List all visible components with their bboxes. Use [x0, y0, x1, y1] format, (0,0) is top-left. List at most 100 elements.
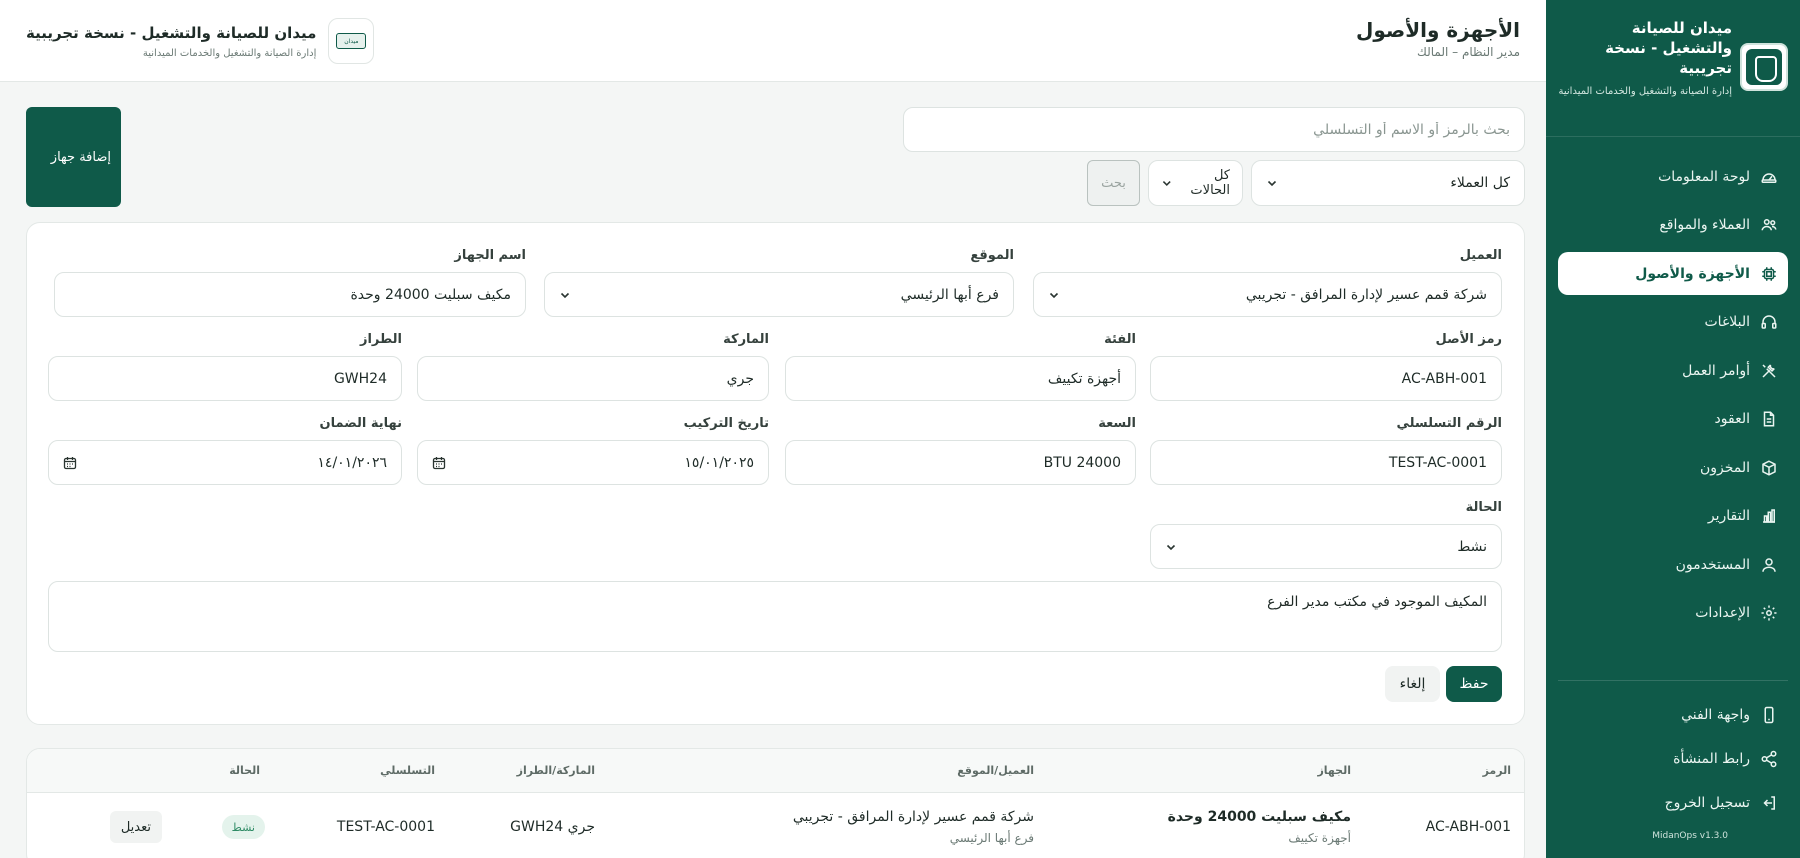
client-filter-value: كل العملاء	[1450, 175, 1510, 191]
sidebar-nav: لوحة المعلومات العملاء والمواقع الأجهزة …	[1558, 155, 1788, 640]
site-select[interactable]: فرع أبها الرئيسي	[544, 272, 1014, 317]
sidebar-item-label: المستخدمون	[1675, 556, 1750, 573]
calendar-icon[interactable]	[63, 456, 77, 470]
box-icon	[1760, 459, 1778, 477]
warranty-end-input[interactable]: ١٤/٠١/٢٠٢٦	[48, 440, 402, 485]
search-button[interactable]: بحث	[1087, 160, 1140, 206]
device-name-input[interactable]: مكيف سبليت 24000 وحدة	[54, 272, 526, 317]
brand-input[interactable]: جري	[417, 356, 769, 401]
sidebar-item-logout[interactable]: تسجيل الخروج	[1558, 781, 1788, 824]
sidebar-item-tickets[interactable]: البلاغات	[1558, 301, 1788, 344]
col-code: الرمز	[1482, 764, 1511, 777]
sidebar-item-label: لوحة المعلومات	[1658, 168, 1750, 185]
add-device-button[interactable]: إضافة جهاز	[26, 107, 121, 207]
chip-icon	[1760, 265, 1778, 283]
users-icon	[1760, 216, 1778, 234]
save-button[interactable]: حفظ	[1446, 666, 1502, 702]
notes-textarea[interactable]: المكيف الموجود في مكتب مدير الفرع	[48, 581, 1502, 652]
app-tagline: إدارة الصيانة والتشغيل والخدمات الميداني…	[1558, 86, 1733, 97]
table-header: الرمز الجهاز العميل/الموقع الماركة/الطرا…	[27, 749, 1524, 793]
sidebar-item-reports[interactable]: التقارير	[1558, 495, 1788, 538]
asset-code-input[interactable]: AC-ABH-001	[1150, 356, 1502, 401]
col-serial: التسلسلي	[380, 764, 435, 777]
serial-label: الرقم التسلسلي	[1396, 416, 1502, 431]
device-name-value: مكيف سبليت 24000 وحدة	[350, 286, 511, 303]
org-title: ميدان للصيانة والتشغيل - نسخة تجريبية	[26, 23, 317, 42]
top-bar: الأجهزة والأصول مدير النظام – المالك ميد…	[0, 0, 1546, 82]
row-site: فرع أبها الرئيسي	[949, 831, 1034, 845]
sidebar-item-clients[interactable]: العملاء والمواقع	[1558, 204, 1788, 247]
install-date-value: ١٥/٠١/٢٠٢٥	[684, 454, 754, 471]
edit-button[interactable]: تعديل	[109, 811, 162, 843]
row-device-name: مكيف سبليت 24000 وحدة	[1167, 809, 1351, 825]
col-device: الجهاز	[1317, 764, 1351, 777]
warranty-end-field: نهاية الضمان ١٤/٠١/٢٠٢٦	[48, 416, 402, 486]
category-field: الفئة أجهزة تكييف	[785, 332, 1136, 402]
status-select[interactable]: نشط	[1150, 524, 1502, 569]
capacity-input[interactable]: BTU 24000	[785, 440, 1136, 485]
sidebar-item-label: الإعدادات	[1695, 605, 1750, 621]
client-select[interactable]: شركة قمم عسير لإدارة المرافق - تجريبي	[1033, 272, 1502, 317]
sidebar-item-inventory[interactable]: المخزون	[1558, 446, 1788, 489]
cancel-button[interactable]: إلغاء	[1385, 666, 1440, 702]
sidebar-item-dashboard[interactable]: لوحة المعلومات	[1558, 155, 1788, 198]
category-input[interactable]: أجهزة تكييف	[785, 356, 1136, 401]
site-field: الموقع فرع أبها الرئيسي	[544, 248, 1014, 318]
brand-field: الماركة جري	[417, 332, 769, 402]
warranty-end-label: نهاية الضمان	[319, 416, 402, 431]
install-date-field: تاريخ التركيب ١٥/٠١/٢٠٢٥	[417, 416, 769, 486]
status-filter-select[interactable]: كل الحالات	[1148, 160, 1243, 206]
capacity-label: السعة	[1098, 416, 1136, 431]
sidebar-item-facility-link[interactable]: رابط المنشأة	[1558, 737, 1788, 780]
sidebar-item-settings[interactable]: الإعدادات	[1558, 592, 1788, 635]
client-field: العميل شركة قمم عسير لإدارة المرافق - تج…	[1033, 248, 1502, 318]
client-filter-select[interactable]: كل العملاء	[1251, 160, 1525, 206]
user-icon	[1760, 556, 1778, 574]
phone-icon	[1760, 706, 1778, 724]
serial-value: TEST-AC-0001	[1388, 454, 1487, 471]
brand-label: الماركة	[723, 332, 769, 347]
status-badge: نشط	[221, 815, 265, 839]
headset-icon	[1760, 313, 1778, 331]
sidebar-item-label: تسجيل الخروج	[1664, 794, 1750, 811]
org-header: ميدان للصيانة والتشغيل - نسخة تجريبية إد…	[26, 18, 375, 64]
devices-table: الرمز الجهاز العميل/الموقع الماركة/الطرا…	[26, 748, 1525, 858]
col-client-site: العميل/الموقع	[957, 764, 1034, 777]
serial-input[interactable]: TEST-AC-0001	[1150, 440, 1502, 485]
chevron-down-icon	[1166, 544, 1176, 550]
sidebar-item-label: أوامر العمل	[1682, 362, 1750, 379]
device-form-card: العميل شركة قمم عسير لإدارة المرافق - تج…	[26, 222, 1525, 725]
row-client: شركة قمم عسير لإدارة المرافق - تجريبي	[792, 809, 1034, 825]
app-name: ميدان للصيانة والتشغيل - نسخة تجريبية	[1605, 19, 1732, 77]
row-brand-model: جري GWH24	[510, 819, 595, 835]
dashboard-gauge-icon	[1760, 168, 1778, 186]
model-label: الطراز	[359, 332, 402, 347]
device-name-label: اسم الجهاز	[454, 248, 526, 263]
install-date-input[interactable]: ١٥/٠١/٢٠٢٥	[417, 440, 769, 485]
sidebar-item-assets[interactable]: الأجهزة والأصول	[1558, 252, 1788, 295]
sidebar-item-technician[interactable]: واجهة الفني	[1558, 693, 1788, 736]
sidebar-item-work-orders[interactable]: أوامر العمل	[1558, 349, 1788, 392]
sidebar-item-label: البلاغات	[1704, 314, 1751, 330]
chevron-down-icon	[1267, 180, 1277, 187]
capacity-value: BTU 24000	[1043, 454, 1121, 471]
org-subtitle: إدارة الصيانة والتشغيل والخدمات الميداني…	[142, 47, 317, 59]
model-input[interactable]: GWH24	[48, 356, 402, 401]
status-value: نشط	[1457, 538, 1487, 555]
model-field: الطراز GWH24	[48, 332, 402, 402]
document-icon	[1760, 410, 1778, 428]
row-code: AC-ABH-001	[1425, 819, 1511, 835]
col-brand-model: الماركة/الطراز	[516, 764, 595, 777]
chevron-down-icon	[560, 292, 570, 298]
calendar-icon[interactable]	[432, 456, 446, 470]
sidebar-item-users[interactable]: المستخدمون	[1558, 543, 1788, 586]
asset-code-value: AC-ABH-001	[1401, 370, 1487, 387]
sidebar-item-contracts[interactable]: العقود	[1558, 398, 1788, 441]
user-role: مدير النظام – المالك	[1416, 45, 1520, 59]
org-logo-mark: ميدان	[336, 33, 367, 49]
search-input[interactable]	[903, 107, 1525, 152]
app-logo	[1740, 43, 1788, 91]
sidebar-item-label: المخزون	[1699, 459, 1750, 476]
org-logo: ميدان	[328, 18, 375, 64]
category-label: الفئة	[1104, 332, 1136, 347]
